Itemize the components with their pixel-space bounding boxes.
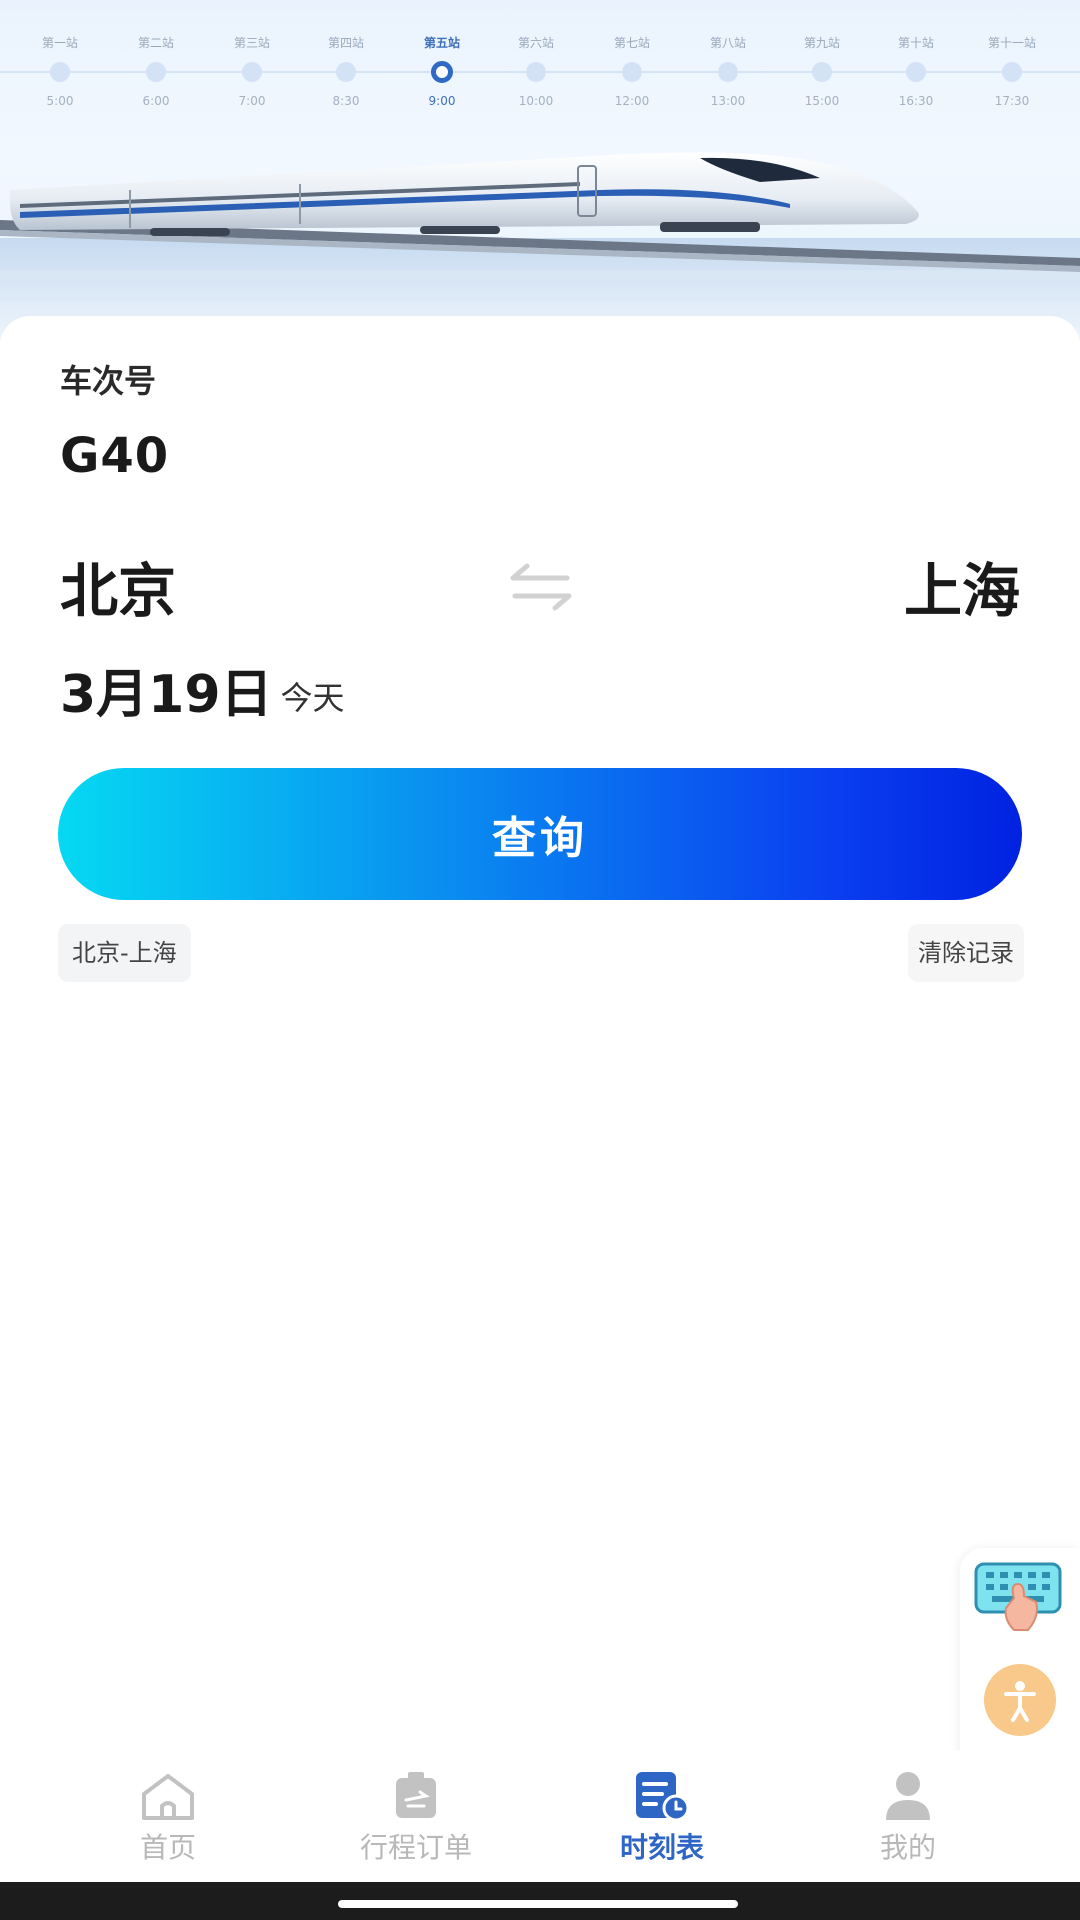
station-dot (336, 62, 356, 82)
station-item[interactable]: 第二站 6:00 (111, 0, 201, 120)
station-name: 第三站 (233, 36, 270, 50)
tab-timetable[interactable]: 时刻表 (552, 1750, 772, 1882)
station-item[interactable]: 第十站 16:30 (871, 0, 961, 120)
swap-cities-icon[interactable] (505, 556, 577, 616)
station-dot (50, 62, 70, 82)
bottom-tab-bar: 首页 行程订单 时刻表 我的 (0, 1750, 1080, 1882)
station-dot (718, 62, 738, 82)
station-time: 15:00 (804, 94, 840, 108)
tab-label: 我的 (879, 1831, 936, 1864)
date-value: 3月19日 (60, 665, 273, 725)
station-name: 第五站 (423, 36, 460, 50)
home-indicator[interactable] (338, 1900, 738, 1908)
station-time: 13:00 (710, 94, 746, 108)
train-number-label: 车次号 (60, 362, 157, 400)
station-time: 5:00 (46, 94, 74, 108)
station-time: 7:00 (238, 94, 266, 108)
station-dot (526, 62, 546, 82)
station-name: 第九站 (803, 36, 840, 50)
user-icon (886, 1772, 930, 1820)
station-item[interactable]: 第八站 13:00 (683, 0, 773, 120)
search-card: 车次号 G40 北京 上海 3月19日 今天 查询 北京-上海 清除记录 (0, 316, 1080, 1756)
tab-label: 首页 (139, 1831, 196, 1864)
station-time: 9:00 (428, 94, 456, 108)
keyboard-touch-icon[interactable] (970, 1558, 1066, 1638)
station-name: 第十一站 (987, 36, 1036, 50)
station-dot (146, 62, 166, 82)
history-chip[interactable]: 北京-上海 (58, 924, 191, 982)
station-name: 第四站 (327, 36, 364, 50)
query-button[interactable]: 查询 (58, 768, 1022, 900)
tab-mine[interactable]: 我的 (798, 1750, 1018, 1882)
station-item[interactable]: 第十一站 17:30 (967, 0, 1057, 120)
from-city[interactable]: 北京 (60, 544, 176, 628)
station-timeline: 第一站 5:00 第二站 6:00 第三站 7:00 第四站 8:30 第五站 … (0, 0, 1080, 120)
station-dot (242, 62, 262, 82)
train-number-input[interactable]: G40 (60, 428, 169, 484)
station-time: 17:30 (994, 94, 1030, 108)
station-name: 第一站 (41, 36, 78, 50)
station-item[interactable]: 第九站 15:00 (777, 0, 867, 120)
luggage-icon (396, 1772, 436, 1818)
accessibility-icon (1004, 1681, 1036, 1722)
station-time: 10:00 (518, 94, 554, 108)
hero-banner: 第一站 5:00 第二站 6:00 第三站 7:00 第四站 8:30 第五站 … (0, 0, 1080, 340)
timetable-icon (636, 1772, 690, 1822)
station-time: 16:30 (898, 94, 934, 108)
station-item[interactable]: 第四站 8:30 (301, 0, 391, 120)
station-item[interactable]: 第三站 7:00 (207, 0, 297, 120)
station-item[interactable]: 第一站 5:00 (15, 0, 105, 120)
station-dot-active (431, 61, 453, 83)
station-item[interactable]: 第七站 12:00 (587, 0, 677, 120)
station-dot (906, 62, 926, 82)
tab-orders[interactable]: 行程订单 (306, 1750, 526, 1882)
station-time: 8:30 (332, 94, 360, 108)
date-selector[interactable]: 3月19日 今天 (60, 652, 345, 727)
station-time: 6:00 (142, 94, 170, 108)
date-note: 今天 (280, 679, 345, 717)
station-time: 12:00 (614, 94, 650, 108)
train-illustration (0, 152, 1080, 340)
tab-label: 行程订单 (359, 1831, 472, 1864)
to-city[interactable]: 上海 (904, 544, 1020, 628)
station-dot (812, 62, 832, 82)
station-name: 第二站 (137, 36, 174, 50)
station-name: 第十站 (897, 36, 934, 50)
tab-home[interactable]: 首页 (58, 1750, 278, 1882)
station-name: 第七站 (613, 36, 650, 50)
accessibility-button[interactable] (984, 1664, 1056, 1736)
station-name: 第八站 (709, 36, 746, 50)
home-icon (142, 1774, 194, 1820)
station-dot (622, 62, 642, 82)
station-name: 第六站 (517, 36, 554, 50)
station-item[interactable]: 第六站 10:00 (491, 0, 581, 120)
station-item-active[interactable]: 第五站 9:00 (397, 0, 487, 120)
station-dot (1002, 62, 1022, 82)
tab-label: 时刻表 (619, 1831, 704, 1864)
clear-history-button[interactable]: 清除记录 (908, 924, 1024, 982)
